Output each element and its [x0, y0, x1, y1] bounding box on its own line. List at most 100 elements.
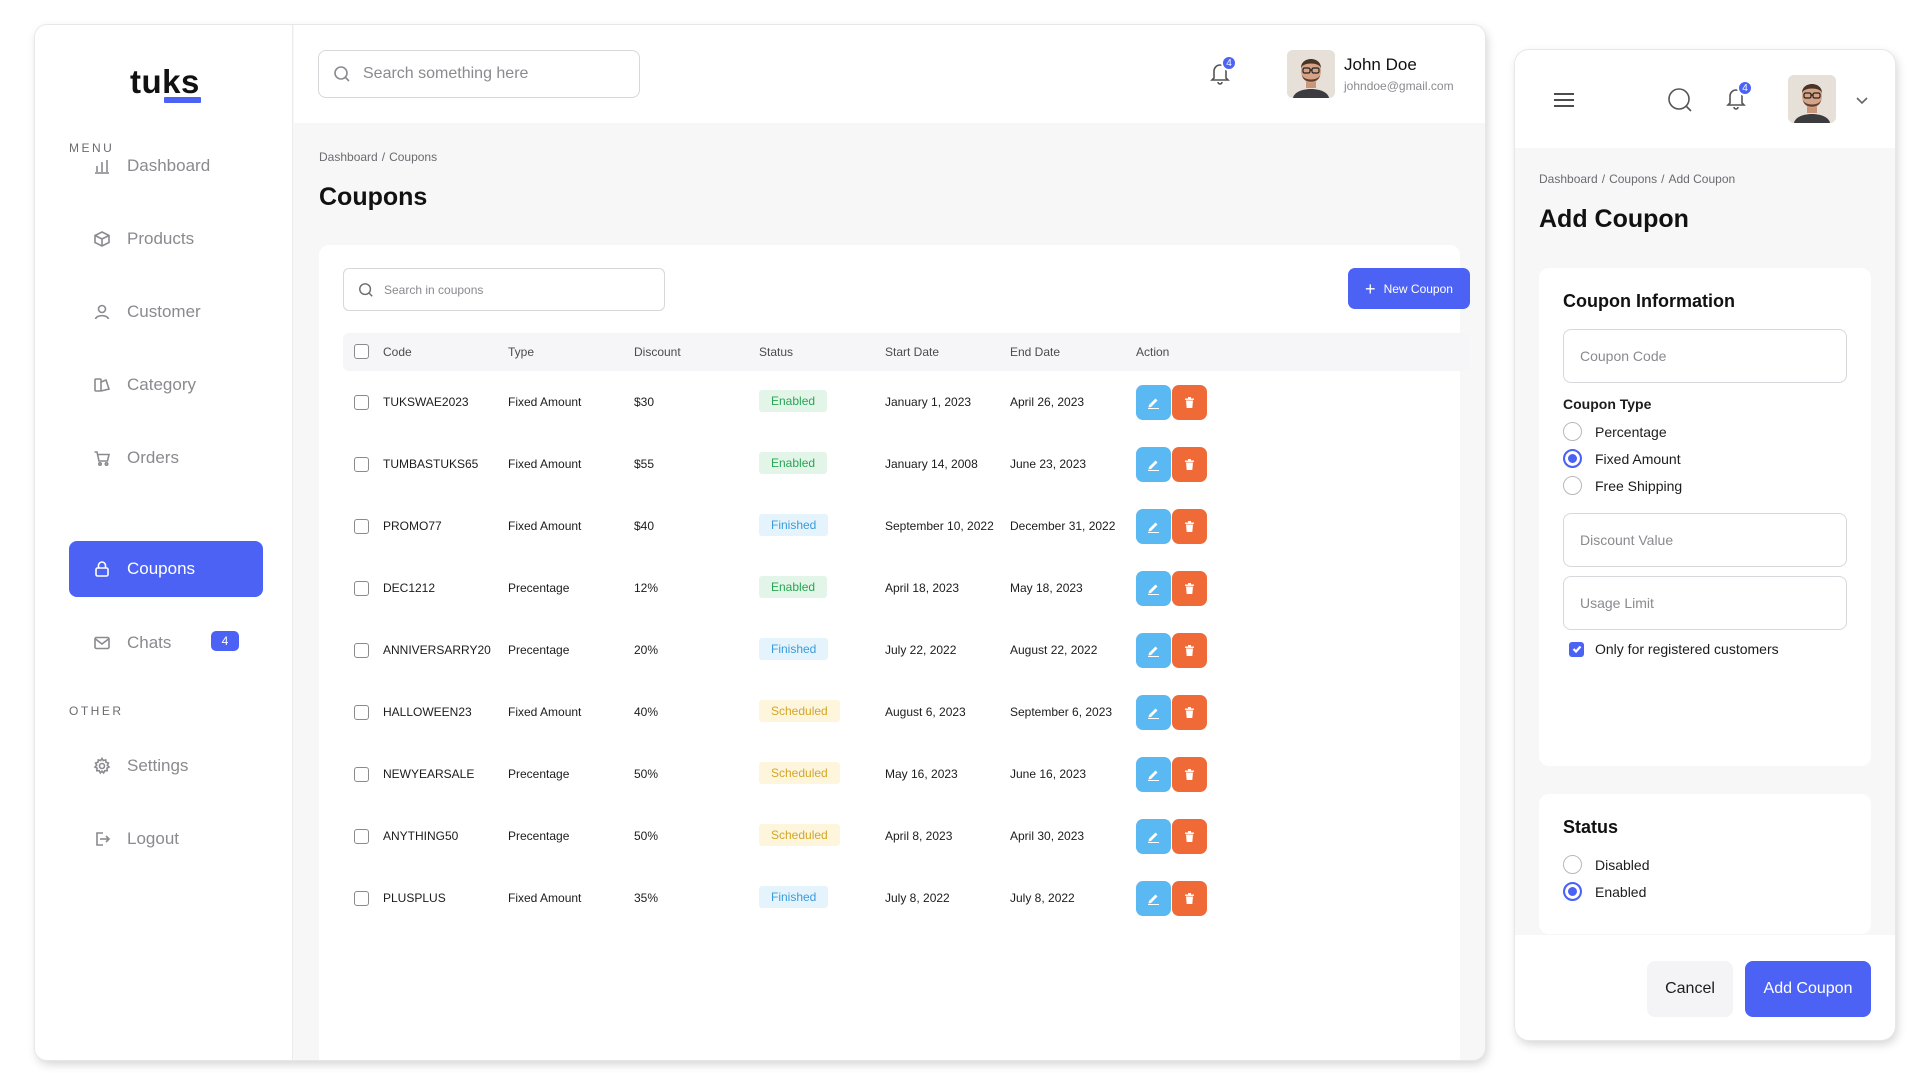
row-checkbox[interactable] [354, 643, 369, 658]
category-icon [94, 378, 111, 392]
edit-coupon-button[interactable] [1136, 385, 1171, 420]
delete-coupon-button[interactable] [1172, 509, 1207, 544]
sidebar-item-label: Settings [127, 756, 189, 775]
coupon-discount-cell: 50% [634, 829, 659, 843]
coupon-type-radio-fixed-amount[interactable]: Fixed Amount [1563, 449, 1681, 468]
pencil-icon [1148, 832, 1159, 843]
edit-coupon-button[interactable] [1136, 881, 1171, 916]
sidebar-item-label: Category [127, 375, 196, 394]
coupon-type-radio-percentage[interactable]: Percentage [1563, 422, 1667, 441]
sidebar-item-chats[interactable]: Chats 4 [69, 615, 263, 671]
breadcrumb-item-coupons[interactable]: Coupons [389, 150, 437, 164]
trash-icon [1185, 769, 1194, 780]
edit-coupon-button[interactable] [1136, 695, 1171, 730]
start-date-cell: August 6, 2023 [885, 705, 966, 719]
delete-coupon-button[interactable] [1172, 633, 1207, 668]
row-checkbox[interactable] [354, 581, 369, 596]
avatar[interactable] [1287, 50, 1335, 98]
row-checkbox[interactable] [354, 705, 369, 720]
sidebar-item-orders[interactable]: Orders [69, 430, 263, 486]
sidebar-item-label: Logout [127, 829, 179, 848]
coupons-window: tuks MENU Dashboard Products Customer Ca… [35, 25, 1485, 1060]
end-date-cell: April 26, 2023 [1010, 395, 1085, 409]
sidebar-item-customer[interactable]: Customer [69, 284, 263, 340]
edit-coupon-button[interactable] [1136, 447, 1171, 482]
radio-indicator [1563, 855, 1582, 874]
registered-customers-checkbox[interactable]: Only for registered customers [1569, 641, 1779, 657]
new-coupon-button[interactable]: + New Coupon [1348, 268, 1470, 309]
row-checkbox[interactable] [354, 395, 369, 410]
add-coupon-button[interactable]: Add Coupon [1745, 961, 1871, 1017]
coupon-type-radio-free-shipping[interactable]: Free Shipping [1563, 476, 1682, 495]
delete-coupon-button[interactable] [1172, 385, 1207, 420]
select-all-checkbox[interactable] [354, 344, 369, 359]
status-radio-disabled[interactable]: Disabled [1563, 855, 1649, 874]
coupon-code-cell: TUKSWAE2023 [383, 395, 469, 409]
column-header-start-date[interactable]: Start Date [885, 345, 939, 359]
coupon-type-cell: Precentage [508, 767, 570, 781]
global-search[interactable] [318, 50, 640, 98]
coupon-search-input[interactable] [384, 282, 644, 297]
coupon-search[interactable] [343, 268, 665, 311]
row-checkbox[interactable] [354, 891, 369, 906]
discount-value-input[interactable] [1563, 513, 1847, 567]
coupon-code-cell: TUMBASTUKS65 [383, 457, 479, 471]
chevron-down-icon[interactable] [1854, 92, 1870, 108]
avatar[interactable] [1788, 75, 1836, 123]
edit-coupon-button[interactable] [1136, 633, 1171, 668]
logo-underline [164, 97, 201, 103]
column-header-status[interactable]: Status [759, 345, 793, 359]
radio-indicator [1563, 476, 1582, 495]
status-badge: Scheduled [759, 762, 840, 784]
column-header-type[interactable]: Type [508, 345, 534, 359]
column-header-end-date[interactable]: End Date [1010, 345, 1060, 359]
edit-coupon-button[interactable] [1136, 509, 1171, 544]
row-checkbox[interactable] [354, 519, 369, 534]
coupon-type-cell: Fixed Amount [508, 395, 582, 409]
hamburger-menu-icon[interactable] [1553, 92, 1575, 108]
breadcrumb-item-coupons[interactable]: Coupons [1609, 172, 1657, 186]
sidebar-item-logout[interactable]: Logout [69, 811, 263, 867]
sidebar-item-label: Products [127, 229, 195, 248]
coupon-type-cell: Precentage [508, 829, 570, 843]
row-checkbox[interactable] [354, 829, 369, 844]
row-checkbox[interactable] [354, 767, 369, 782]
edit-coupon-button[interactable] [1136, 819, 1171, 854]
sidebar-item-coupons[interactable]: Coupons [69, 541, 263, 597]
delete-coupon-button[interactable] [1172, 819, 1207, 854]
search-icon[interactable] [1667, 87, 1693, 113]
delete-coupon-button[interactable] [1172, 447, 1207, 482]
status-radio-enabled[interactable]: Enabled [1563, 882, 1646, 901]
breadcrumb-item-dashboard[interactable]: Dashboard [1539, 172, 1598, 186]
coupon-code-cell: DEC1212 [383, 581, 436, 595]
panel-notifications-button[interactable]: 4 [1725, 80, 1753, 112]
sidebar-item-dashboard[interactable]: Dashboard [69, 138, 263, 194]
column-header-discount[interactable]: Discount [634, 345, 681, 359]
column-header-code[interactable]: Code [383, 345, 412, 359]
checkbox-indicator [1569, 641, 1584, 657]
sidebar-item-products[interactable]: Products [69, 211, 263, 267]
coupon-discount-cell: 20% [634, 643, 659, 657]
sidebar-item-category[interactable]: Category [69, 357, 263, 413]
delete-coupon-button[interactable] [1172, 881, 1207, 916]
global-search-input[interactable] [363, 65, 623, 83]
coupon-code-input[interactable] [1563, 329, 1847, 383]
row-checkbox[interactable] [354, 457, 369, 472]
end-date-cell: July 8, 2022 [1010, 891, 1075, 905]
notifications-button[interactable]: 4 [1209, 55, 1237, 87]
end-date-cell: August 22, 2022 [1010, 643, 1098, 657]
trash-icon [1185, 397, 1194, 408]
end-date-cell: December 31, 2022 [1010, 519, 1116, 533]
usage-limit-input[interactable] [1563, 576, 1847, 630]
sidebar-item-settings[interactable]: Settings [69, 738, 263, 794]
edit-coupon-button[interactable] [1136, 571, 1171, 606]
breadcrumb-item-dashboard[interactable]: Dashboard [319, 150, 378, 164]
delete-coupon-button[interactable] [1172, 757, 1207, 792]
pencil-icon [1148, 584, 1159, 595]
gear-icon [93, 757, 111, 775]
delete-coupon-button[interactable] [1172, 695, 1207, 730]
edit-coupon-button[interactable] [1136, 757, 1171, 792]
cancel-button[interactable]: Cancel [1647, 961, 1733, 1017]
delete-coupon-button[interactable] [1172, 571, 1207, 606]
coupon-type-label: Coupon Type [1563, 396, 1652, 412]
